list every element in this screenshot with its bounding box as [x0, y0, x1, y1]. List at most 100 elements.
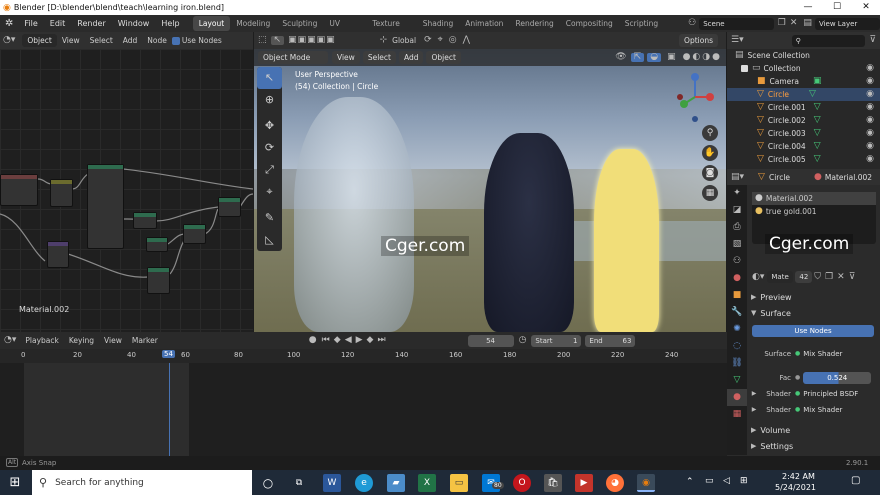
tray-chevron-icon[interactable]: ⌃ [686, 477, 694, 487]
scene-tab-icon[interactable]: ⚇ [727, 253, 747, 270]
node-menu-add[interactable]: Add [118, 36, 143, 45]
menu-window[interactable]: Window [112, 19, 156, 28]
node-menu-select[interactable]: Select [85, 36, 118, 45]
tab-sculpting[interactable]: Sculpting [276, 16, 323, 31]
fake-user-icon[interactable]: ⛉ [812, 272, 823, 282]
tool-tab-icon[interactable]: ✦ [727, 185, 747, 202]
select-tweak-icon[interactable]: ↖ [270, 36, 285, 45]
view-layer-tab-icon[interactable]: ▧ [727, 236, 747, 253]
select-tool-icon[interactable]: ↖ [257, 67, 282, 89]
outliner-item[interactable]: ▭ Collection ◉ [727, 62, 880, 75]
eye-icon[interactable]: ◉ [866, 116, 874, 125]
notification-icon[interactable]: ▢ [851, 475, 860, 486]
checkbox-icon[interactable] [741, 65, 748, 72]
tab-scripting[interactable]: Scripting [619, 16, 664, 31]
gizmo-icon[interactable]: ⇱ [630, 53, 645, 62]
taskbar-time[interactable]: 2:42 AM [782, 472, 815, 481]
outliner-item[interactable]: ▽ Circle ▽ ◉ [727, 88, 880, 101]
minimize-button[interactable]: — [794, 0, 822, 15]
outliner-item[interactable]: ▽ Circle.002 ▽ ◉ [727, 114, 880, 127]
tab-texture-paint[interactable]: Texture Paint [366, 16, 416, 43]
tab-uv-editing[interactable]: UV Editing [323, 16, 366, 43]
snap-icon[interactable]: ⌖ [435, 36, 446, 45]
tab-rendering[interactable]: Rendering [509, 16, 559, 31]
viewport-menu-object[interactable]: Object [426, 51, 461, 64]
new-scene-icon[interactable]: ❐ [778, 19, 786, 28]
zoom-icon[interactable]: ⚲ [702, 125, 718, 141]
timeline-ruler[interactable]: 0 20 40 54 60 80 100 120 140 160 180 200… [0, 349, 727, 363]
blender-app-icon[interactable]: ◉ [637, 474, 655, 492]
timeline-type-icon[interactable]: ◔▾ [0, 336, 20, 345]
firefox-app-icon[interactable]: ◕ [606, 474, 624, 492]
node[interactable] [87, 164, 124, 249]
preview-panel-header[interactable]: ▶ Preview [751, 290, 875, 304]
shader-field[interactable]: Principled BSDF [803, 390, 858, 398]
node[interactable] [146, 237, 168, 252]
use-nodes-checkbox[interactable] [171, 36, 180, 45]
timeline-menu-view[interactable]: View [99, 336, 127, 345]
outliner-item[interactable]: ▽ Circle.004 ▽ ◉ [727, 140, 880, 153]
material-browse-icon[interactable]: ◐▾ [749, 272, 767, 282]
playhead-line[interactable] [169, 363, 170, 456]
node[interactable] [218, 197, 241, 217]
node[interactable] [50, 179, 73, 207]
render-tab-icon[interactable]: ◪ [727, 202, 747, 219]
visibility-icon[interactable]: 👁 [611, 53, 630, 62]
tab-compositing[interactable]: Compositing [560, 16, 619, 31]
scale-tool-icon[interactable]: ⤢ [257, 159, 282, 181]
eye-icon[interactable]: ◉ [866, 90, 874, 99]
end-frame-field[interactable]: End 63 [585, 334, 636, 347]
taskbar-search-box[interactable]: ⚲ Search for anything [32, 470, 252, 495]
eye-icon[interactable]: ◉ [866, 64, 874, 73]
node[interactable] [0, 174, 38, 206]
tab-animation[interactable]: Animation [459, 16, 509, 31]
editor-type-icon[interactable]: ◔▾ [0, 36, 18, 45]
node[interactable] [183, 224, 206, 244]
particles-tab-icon[interactable]: ✺ [727, 321, 747, 338]
node[interactable] [133, 212, 157, 229]
word-app-icon[interactable]: W [323, 474, 341, 492]
menu-help[interactable]: Help [155, 19, 185, 28]
tab-layout[interactable]: Layout [192, 16, 231, 31]
terminal-app-icon[interactable]: ▶ [575, 474, 593, 492]
camera-view-icon[interactable]: ◙ [702, 165, 718, 181]
node-menu-node[interactable]: Node [142, 36, 172, 45]
file-explorer-icon[interactable]: ▭ [450, 474, 468, 492]
cursor-tool-icon[interactable]: ⊕ [257, 89, 282, 111]
viewport-menu-add[interactable]: Add [398, 51, 424, 64]
proportional-edit-icon[interactable]: ◎ [446, 36, 460, 45]
falloff-icon[interactable]: ⋀ [460, 36, 473, 45]
outliner-scene-collection[interactable]: ▤ Scene Collection [727, 49, 880, 62]
dark-figure[interactable] [484, 133, 574, 332]
play-reverse-icon[interactable]: ◀ [343, 336, 354, 345]
material-slot-item[interactable]: ● Material.002 [752, 192, 876, 205]
node-menu-view[interactable]: View [57, 36, 85, 45]
start-frame-field[interactable]: Start 1 [531, 334, 582, 347]
use-nodes-button[interactable]: Use Nodes [752, 325, 874, 337]
current-frame-marker[interactable]: 54 [162, 350, 175, 358]
select-mode-icons[interactable]: ▣▣▣▣▣ [284, 36, 340, 45]
menu-edit[interactable]: Edit [44, 19, 72, 28]
orientation-dropdown[interactable]: Global [387, 36, 421, 45]
unlink-icon[interactable]: ✕ [835, 272, 847, 282]
duplicate-icon[interactable]: ❐ [823, 272, 835, 282]
store-app-icon[interactable]: 🛍 [544, 474, 562, 492]
next-keyframe-icon[interactable]: ◆ [365, 336, 376, 345]
collapse-arrow-icon[interactable]: ▶ [749, 407, 759, 413]
eye-icon[interactable]: ◉ [866, 142, 874, 151]
timeline-menu-keying[interactable]: Keying [64, 336, 99, 345]
navigation-gizmo[interactable] [670, 69, 720, 129]
move-tool-icon[interactable]: ✥ [257, 115, 282, 137]
constraints-tab-icon[interactable]: ⛓ [727, 355, 747, 372]
physics-tab-icon[interactable]: ◌ [727, 338, 747, 355]
world-tab-icon[interactable]: ● [727, 270, 747, 287]
properties-type-icon[interactable]: ▤▾ [727, 172, 748, 182]
delete-scene-icon[interactable]: ✕ [790, 19, 798, 28]
clock-icon[interactable]: ◷ [514, 336, 532, 345]
node[interactable] [47, 241, 69, 268]
material-users-count[interactable]: 42 [795, 271, 813, 283]
jump-start-icon[interactable]: ⏮ [320, 336, 332, 345]
transform-tool-icon[interactable]: ⌖ [257, 181, 282, 203]
timeline-menu-playback[interactable]: Playback [20, 336, 63, 345]
rotate-tool-icon[interactable]: ⟳ [257, 137, 282, 159]
